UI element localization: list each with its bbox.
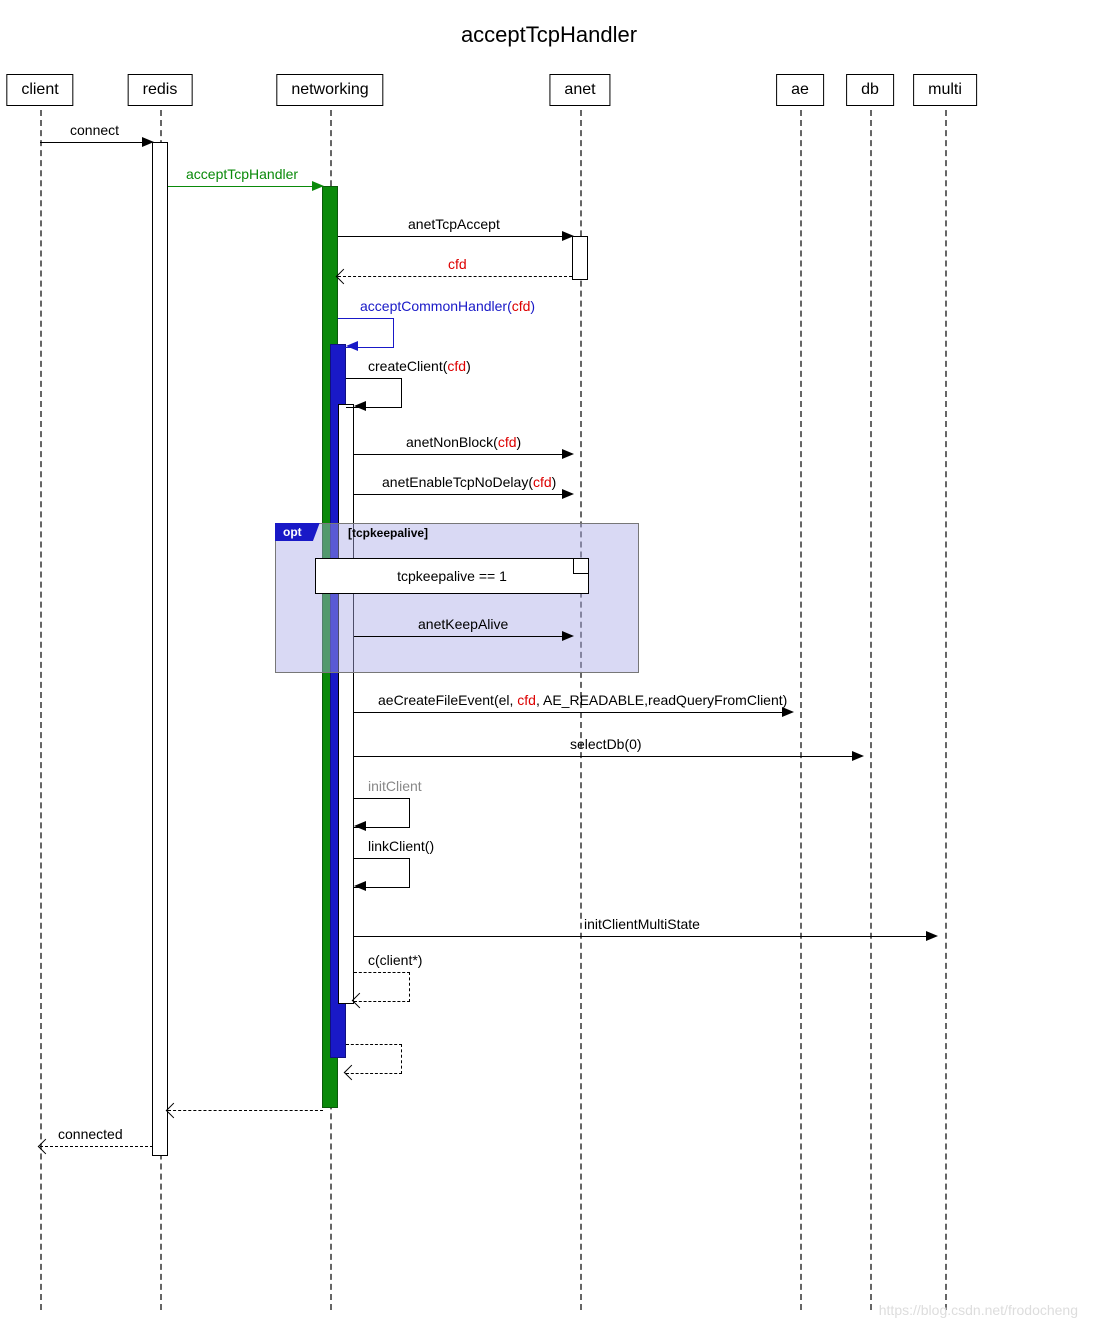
msg-anettcpaccept-label: anetTcpAccept [408, 216, 500, 232]
arrow-icon [166, 1103, 182, 1119]
msg-anetenabletcpnodelay-label: anetEnableTcpNoDelay(cfd) [382, 474, 556, 490]
activation-redis [152, 142, 168, 1156]
arrow-icon [312, 181, 324, 191]
msg-initclient-label: initClient [368, 778, 422, 794]
arrow-icon [354, 821, 366, 831]
arrow-icon [562, 489, 574, 499]
msg-anetkeepalive [354, 636, 568, 637]
opt-frame: opt [tcpkeepalive] [275, 523, 639, 673]
msg-acceptcommonhandler-label: acceptCommonHandler(cfd) [360, 298, 535, 314]
msg-anetnonblock [354, 454, 568, 455]
msg-selectdb [354, 756, 858, 757]
msg-connected-label: connected [58, 1126, 123, 1142]
arrow-icon [354, 401, 366, 411]
opt-note: tcpkeepalive == 1 [315, 558, 589, 594]
lifeline-db [870, 110, 872, 1310]
participant-db: db [846, 74, 894, 106]
msg-anetenabletcpnodelay [354, 494, 568, 495]
msg-aecreatefileevent-label: aeCreateFileEvent(el, cfd, AE_READABLE,r… [378, 692, 787, 708]
participant-anet: anet [549, 74, 610, 106]
msg-anetnonblock-label: anetNonBlock(cfd) [406, 434, 521, 450]
arrow-icon [562, 231, 574, 241]
lifeline-anet [580, 110, 582, 1310]
opt-label: opt [275, 523, 320, 541]
arrow-icon [852, 751, 864, 761]
participant-redis: redis [128, 74, 193, 106]
msg-anettcpaccept [338, 236, 568, 237]
arrow-icon [346, 341, 358, 351]
msg-initclientmultistate-label: initClientMultiState [584, 916, 700, 932]
participant-ae: ae [776, 74, 824, 106]
opt-guard: [tcpkeepalive] [348, 526, 428, 540]
activation-anet-accept [572, 236, 588, 280]
lifeline-multi [945, 110, 947, 1310]
arrow-icon [142, 137, 154, 147]
activation-networking-white [338, 404, 354, 1004]
msg-connect [40, 142, 148, 143]
msg-networking-redis-return [168, 1110, 323, 1111]
opt-note-text: tcpkeepalive == 1 [397, 568, 507, 584]
lifeline-client [40, 110, 42, 1310]
sequence-diagram: { "diagram": { "title": "acceptTcpHandle… [0, 0, 1098, 1338]
msg-connect-label: connect [70, 122, 119, 138]
note-corner-icon [573, 559, 588, 574]
participant-client: client [6, 74, 73, 106]
arrow-icon [562, 631, 574, 641]
msg-createclient-label: createClient(cfd) [368, 358, 471, 374]
msg-connected [40, 1146, 153, 1147]
lifeline-ae [800, 110, 802, 1310]
arrow-icon [782, 707, 794, 717]
arrow-icon [336, 269, 352, 285]
msg-accepttcphandler-label: acceptTcpHandler [186, 166, 298, 182]
msg-cclient-return-label: c(client*) [368, 952, 422, 968]
msg-accepttcphandler [168, 186, 318, 187]
msg-initclientmultistate [354, 936, 932, 937]
msg-aecreatefileevent [354, 712, 788, 713]
msg-anetkeepalive-label: anetKeepAlive [418, 616, 508, 632]
arrow-icon [354, 881, 366, 891]
msg-cfd-return-label: cfd [448, 256, 467, 272]
msg-cfd-return [338, 276, 572, 277]
page-title: acceptTcpHandler [0, 22, 1098, 48]
participant-networking: networking [276, 74, 383, 106]
msg-selectdb-label: selectDb(0) [570, 736, 642, 752]
arrow-icon [562, 449, 574, 459]
msg-linkclient-label: linkClient() [368, 838, 434, 854]
watermark: https://blog.csdn.net/frodocheng [879, 1302, 1078, 1318]
participant-multi: multi [913, 74, 977, 106]
arrow-icon [926, 931, 938, 941]
